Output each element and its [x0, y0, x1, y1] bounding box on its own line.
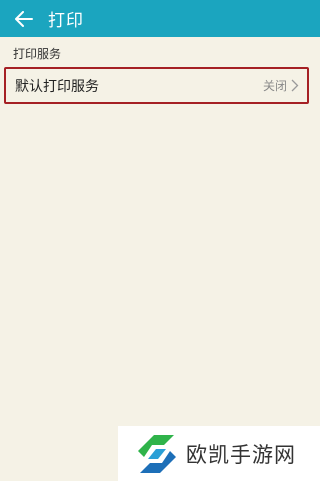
watermark: 欧凯手游网 [118, 426, 320, 481]
back-button[interactable] [6, 0, 42, 37]
app-bar: 打印 [0, 0, 320, 37]
page-title: 打印 [48, 11, 84, 31]
default-print-service-row[interactable]: 默认打印服务 关闭 [4, 67, 309, 104]
section-header: 打印服务 [13, 47, 62, 61]
arrow-left-icon [15, 10, 33, 27]
row-label: 默认打印服务 [15, 78, 99, 95]
watermark-text: 欧凯手游网 [186, 442, 296, 467]
chevron-right-icon [291, 79, 301, 93]
ok-logo [138, 434, 176, 473]
row-status-value: 关闭 [262, 79, 287, 93]
